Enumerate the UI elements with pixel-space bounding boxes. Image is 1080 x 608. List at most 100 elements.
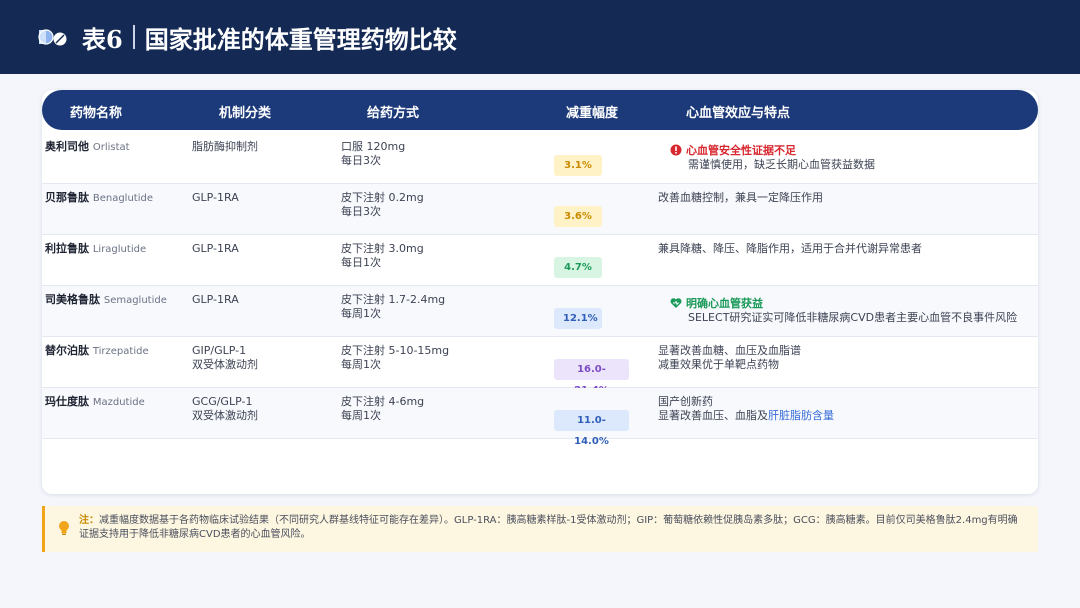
mechanism: 脂肪酶抑制剂	[192, 140, 258, 154]
drug-name-cn: 玛仕度肽	[45, 395, 89, 408]
drug-name-en: Tirzepatide	[92, 346, 149, 357]
mechanism-line: 双受体激动剂	[192, 409, 258, 422]
weight-loss-badge: 3.6%	[554, 206, 602, 227]
weight-loss-badge: 3.1%	[554, 155, 602, 176]
table-row: 奥利司他 Orlistat 脂肪酶抑制剂 口服 120mg 每日3次 3.1% 心血管安全…	[42, 133, 1038, 184]
mechanism-line: GCG/GLP-1	[192, 395, 253, 408]
weight-loss-badge: 4.7%	[554, 257, 602, 278]
cv-heading-text: 心血管安全性证据不足	[686, 144, 796, 157]
comparison-table: 药物名称 机制分类 给药方式 减重幅度 心血管效应与特点 奥利司他 Orlist…	[42, 90, 1038, 494]
cv-warning-heading: 心血管安全性证据不足	[670, 144, 875, 158]
table-row: 司美格鲁肽 Semaglutide GLP-1RA 皮下注射 1.7-2.4mg 每周…	[42, 286, 1038, 337]
administration-line: 皮下注射 0.2mg	[341, 191, 424, 204]
administration-line: 皮下注射 3.0mg	[341, 242, 424, 255]
cardiovascular-effects: 国产创新药 显著改善血压、血脂及肝脏脂肪含量	[658, 395, 834, 423]
weight-loss-badge: 16.0-21.4%	[554, 359, 629, 396]
cv-benefit-heading: 明确心血管获益	[670, 297, 1017, 311]
drug-name-cn: 贝那鲁肽	[45, 191, 89, 204]
drug-name: 利拉鲁肽 Liraglutide	[45, 242, 146, 257]
mechanism: GLP-1RA	[192, 191, 239, 205]
mechanism-line: GLP-1RA	[192, 293, 239, 306]
drug-name-cn: 替尔泊肽	[45, 344, 89, 357]
table-number: 表6	[82, 24, 123, 54]
cv-line: 需谨慎使用，缺乏长期心血管获益数据	[688, 158, 875, 171]
col-header-mechanism: 机制分类	[219, 106, 272, 121]
mechanism-line: GIP/GLP-1	[192, 344, 247, 357]
lightbulb-icon	[59, 521, 69, 535]
table-header: 药物名称 机制分类 给药方式 减重幅度 心血管效应与特点	[42, 90, 1038, 130]
administration-line: 口服 120mg	[341, 140, 406, 153]
administration: 皮下注射 1.7-2.4mg 每周1次	[341, 293, 445, 321]
cardiovascular-effects: 明确心血管获益 SELECT研究证实可降低非糖尿病CVD患者主要心血管不良事件风险	[670, 297, 1017, 325]
drug-name-cn: 司美格鲁肽	[45, 293, 100, 306]
liver-fat-highlight: 肝脏脂肪含量	[768, 409, 834, 422]
administration: 口服 120mg 每日3次	[341, 140, 405, 168]
drug-name-cn: 奥利司他	[45, 140, 89, 153]
cardiovascular-effects: 兼具降糖、降压、降脂作用，适用于合并代谢异常患者	[658, 242, 922, 256]
footnote-label: 注：	[79, 515, 99, 526]
heart-icon	[670, 298, 682, 308]
footnote-line-1: 注：减重幅度数据基于各药物临床试验结果（不同研究人群基线特征可能存在差异）。GL…	[79, 514, 1028, 528]
col-header-name: 药物名称	[70, 106, 123, 121]
drug-name: 奥利司他 Orlistat	[45, 140, 130, 155]
table-row: 利拉鲁肽 Liraglutide GLP-1RA 皮下注射 3.0mg 每日1次 4.7…	[42, 235, 1038, 286]
cardiovascular-effects: 显著改善血糖、血压及血脂谱 减重效果优于单靶点药物	[658, 344, 801, 372]
drug-name-en: Benaglutide	[92, 193, 153, 204]
table-title: 国家批准的体重管理药物比较	[144, 24, 457, 54]
administration-line: 每周1次	[341, 307, 381, 320]
mechanism-line: GLP-1RA	[192, 242, 239, 255]
administration-line: 皮下注射 1.7-2.4mg	[341, 293, 446, 306]
mechanism-line: GLP-1RA	[192, 191, 239, 204]
administration-line: 皮下注射 5-10-15mg	[341, 344, 450, 357]
cv-line: 国产创新药	[658, 395, 713, 408]
alert-icon	[670, 144, 682, 156]
table-row: 贝那鲁肽 Benaglutide GLP-1RA 皮下注射 0.2mg 每日3次 3.6…	[42, 184, 1038, 235]
mechanism: GLP-1RA	[192, 242, 239, 256]
drug-name: 贝那鲁肽 Benaglutide	[45, 191, 153, 206]
mechanism: GCG/GLP-1 双受体激动剂	[192, 395, 258, 423]
mechanism-line: 脂肪酶抑制剂	[192, 140, 258, 153]
page-title: 表6 国家批准的体重管理药物比较	[82, 20, 457, 55]
footnote: 注：减重幅度数据基于各药物临床试验结果（不同研究人群基线特征可能存在差异）。GL…	[42, 506, 1038, 552]
administration-line: 每日1次	[341, 256, 381, 269]
administration-line: 皮下注射 4-6mg	[341, 395, 425, 408]
mechanism: GLP-1RA	[192, 293, 239, 307]
administration-line: 每日3次	[341, 205, 381, 218]
table-row: 替尔泊肽 Tirzepatide GIP/GLP-1 双受体激动剂 皮下注射 5-10…	[42, 337, 1038, 396]
administration: 皮下注射 3.0mg 每日1次	[341, 242, 424, 270]
cv-heading-text: 明确心血管获益	[686, 297, 763, 310]
footnote-text-1: 减重幅度数据基于各药物临床试验结果（不同研究人群基线特征可能存在差异）。GLP-…	[99, 515, 1018, 526]
pill-icon	[38, 26, 68, 48]
cardiovascular-effects: 心血管安全性证据不足 需谨慎使用，缺乏长期心血管获益数据	[670, 144, 875, 172]
cv-line: 改善血糖控制，兼具一定降压作用	[658, 191, 823, 204]
col-header-administration: 给药方式	[367, 106, 420, 121]
administration: 皮下注射 0.2mg 每日3次	[341, 191, 424, 219]
drug-name-en: Liraglutide	[92, 244, 147, 255]
administration-line: 每日3次	[341, 154, 381, 167]
cv-line: 显著改善血压、血脂及肝脏脂肪含量	[658, 409, 834, 423]
cardiovascular-effects: 改善血糖控制，兼具一定降压作用	[658, 191, 823, 205]
weight-loss-badge: 12.1%	[554, 308, 602, 329]
cv-line: SELECT研究证实可降低非糖尿病CVD患者主要心血管不良事件风险	[688, 311, 1018, 324]
cv-line: 显著改善血糖、血压及血脂谱	[658, 344, 801, 357]
mechanism: GIP/GLP-1 双受体激动剂	[192, 344, 258, 372]
mechanism-line: 双受体激动剂	[192, 358, 258, 371]
drug-name-en: Mazdutide	[92, 397, 145, 408]
drug-name-en: Orlistat	[92, 142, 130, 153]
cv-line: 兼具降糖、降压、降脂作用，适用于合并代谢异常患者	[658, 242, 922, 255]
cv-line: 减重效果优于单靶点药物	[658, 358, 779, 371]
weight-loss-badge: 11.0-14.0%	[554, 410, 629, 447]
drug-name-cn: 利拉鲁肽	[45, 242, 89, 255]
drug-name-en: Semaglutide	[103, 295, 167, 306]
administration-line: 每周1次	[341, 358, 381, 371]
administration: 皮下注射 5-10-15mg 每周1次	[341, 344, 449, 372]
col-header-weight-loss: 减重幅度	[566, 106, 619, 121]
administration-line: 每周1次	[341, 409, 381, 422]
col-header-cardiovascular: 心血管效应与特点	[686, 106, 791, 121]
drug-name: 替尔泊肽 Tirzepatide	[45, 344, 149, 359]
cv-line-text: 显著改善血压、血脂及	[658, 409, 768, 422]
drug-name: 司美格鲁肽 Semaglutide	[45, 293, 167, 308]
title-separator	[132, 25, 135, 49]
administration: 皮下注射 4-6mg 每周1次	[341, 395, 424, 423]
page-header: 表6 国家批准的体重管理药物比较	[0, 0, 1080, 74]
